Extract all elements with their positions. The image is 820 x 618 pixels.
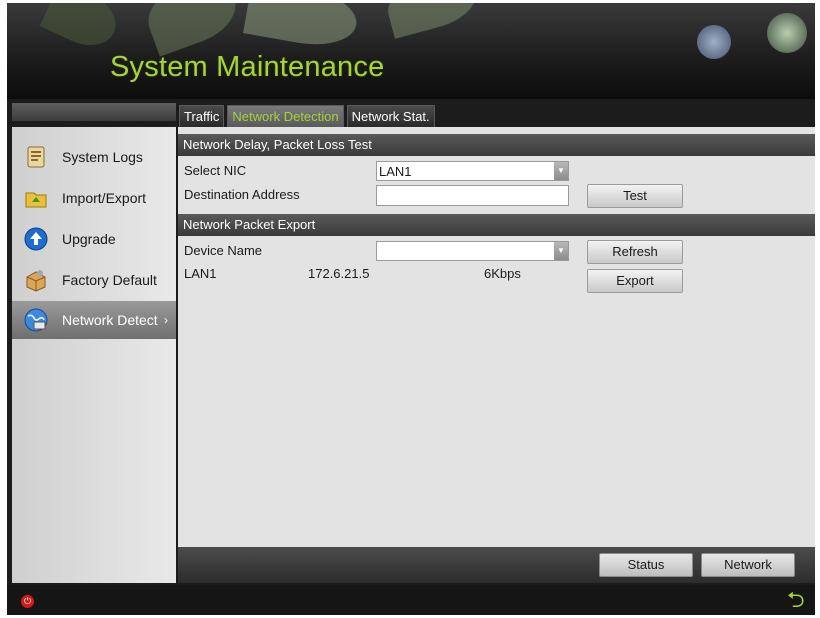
action-footer: Status Network xyxy=(178,547,815,583)
sidebar-item-label: Network Detect xyxy=(62,312,158,328)
box-icon xyxy=(26,270,46,292)
power-icon[interactable]: ⏻ xyxy=(21,595,34,608)
nic-select[interactable]: LAN1 ▼ xyxy=(376,161,569,181)
sidebar-item-upgrade[interactable]: Upgrade xyxy=(12,220,176,258)
sidebar-header-strip xyxy=(12,103,176,121)
sidebar-item-label: System Logs xyxy=(62,149,143,165)
status-button[interactable]: Status xyxy=(599,553,693,577)
dropdown-arrow-icon[interactable]: ▼ xyxy=(554,242,568,260)
banner-bokeh-decoration xyxy=(767,13,807,53)
folder-arrow-icon xyxy=(25,192,47,208)
main-panel: Network Delay, Packet Loss Test Select N… xyxy=(178,127,815,583)
test-button[interactable]: Test xyxy=(587,184,683,208)
destination-address-label: Destination Address xyxy=(184,187,300,202)
sidebar-item-label: Factory Default xyxy=(62,272,157,288)
dropdown-arrow-icon[interactable]: ▼ xyxy=(554,162,568,180)
sidebar-item-system-logs[interactable]: System Logs xyxy=(12,138,176,176)
banner-leaf-decoration xyxy=(139,3,245,57)
sidebar-item-network-detect[interactable]: Network Detect › xyxy=(12,301,176,339)
network-button[interactable]: Network xyxy=(701,553,795,577)
packet-row-rate: 6Kbps xyxy=(484,266,521,281)
sidebar-item-import-export[interactable]: Import/Export xyxy=(12,179,176,217)
section-header-delay-test: Network Delay, Packet Loss Test xyxy=(178,134,815,156)
packet-row-nic: LAN1 xyxy=(184,266,217,281)
device-name-label: Device Name xyxy=(184,243,263,258)
status-strip xyxy=(7,585,815,615)
export-button[interactable]: Export xyxy=(587,269,683,293)
banner-leaf-decoration xyxy=(382,3,482,39)
banner-leaf-decoration xyxy=(243,3,361,53)
header-banner: System Maintenance xyxy=(7,3,815,99)
sidebar: System Logs Import/Export Upgrade Factor… xyxy=(12,127,176,583)
refresh-button[interactable]: Refresh xyxy=(587,240,683,264)
chevron-right-icon: › xyxy=(164,313,168,327)
packet-row-ip: 172.6.21.5 xyxy=(308,266,370,281)
notebook-icon xyxy=(27,146,45,168)
banner-bokeh-decoration xyxy=(697,25,731,59)
tab-network-detection[interactable]: Network Detection xyxy=(227,105,344,127)
sidebar-item-label: Import/Export xyxy=(62,190,147,206)
tab-network-stat[interactable]: Network Stat. xyxy=(346,105,435,127)
sidebar-item-factory-default[interactable]: Factory Default xyxy=(12,261,176,299)
tab-traffic[interactable]: Traffic xyxy=(179,105,225,127)
nic-select-value: LAN1 xyxy=(379,164,412,179)
select-nic-label: Select NIC xyxy=(184,163,247,178)
tab-bar: Traffic Network Detection Network Stat. xyxy=(179,105,438,127)
page-title: System Maintenance xyxy=(110,51,385,83)
globe-icon xyxy=(24,308,48,332)
section-header-packet-export: Network Packet Export xyxy=(178,214,815,236)
banner-leaf-decoration xyxy=(39,3,125,56)
sidebar-item-label: Upgrade xyxy=(62,231,116,247)
back-arrow-icon[interactable]: ⮌ xyxy=(787,589,805,611)
device-name-select[interactable]: ▼ xyxy=(376,241,569,261)
destination-address-input[interactable] xyxy=(376,185,569,206)
app-window: System Maintenance System Logs Import/Ex… xyxy=(7,3,815,615)
up-arrow-circle-icon xyxy=(24,227,48,251)
